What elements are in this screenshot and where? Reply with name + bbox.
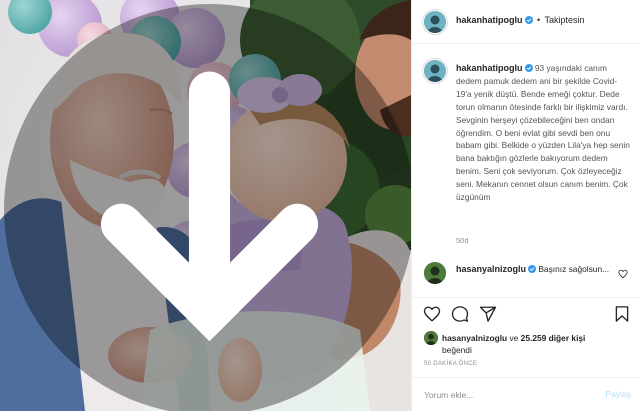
download-arrow-icon xyxy=(4,4,411,411)
likes-suffix: beğendi xyxy=(442,345,472,355)
liker-avatar[interactable] xyxy=(424,331,438,345)
caption-time-ago: 50d xyxy=(456,236,469,245)
verified-badge-icon xyxy=(524,16,533,24)
comment-bubble-icon[interactable] xyxy=(451,305,469,323)
post-actions: hasanyalnizoglu ve 25.259 diğer kişi beğ… xyxy=(412,297,640,377)
author-username[interactable]: hakanhatipoglu xyxy=(456,15,523,25)
heart-icon[interactable] xyxy=(423,305,441,323)
liker-username[interactable]: hasanyalnizoglu xyxy=(442,333,507,343)
verified-badge-icon xyxy=(524,63,533,72)
caption-author-avatar[interactable] xyxy=(424,60,446,82)
commenter-username[interactable]: hasanyalnizoglu xyxy=(456,264,526,274)
following-button[interactable]: Takiptesin xyxy=(545,15,585,25)
comment-like-heart-icon[interactable] xyxy=(618,266,628,279)
comment-input[interactable] xyxy=(424,386,594,404)
comment-item: hasanyalnizoglu Başınız sağolsun... xyxy=(424,262,634,292)
post-comment-button[interactable]: Paylaş xyxy=(605,389,631,399)
post-header: hakanhatipoglu • Takiptesin xyxy=(412,0,640,44)
caption-body: 93 yaşındaki canım dedem pamuk dedem ani… xyxy=(456,63,630,203)
commenter-avatar[interactable] xyxy=(424,262,446,284)
likes-connector: ve xyxy=(509,333,519,343)
post-details-panel: hakanhatipoglu • Takiptesin hakanhatipog… xyxy=(411,0,640,411)
post-photo[interactable] xyxy=(0,0,411,411)
post-timestamp: 50 DAKİKA ÖNCE xyxy=(424,361,478,367)
author-avatar[interactable] xyxy=(424,11,446,33)
likes-count[interactable]: 25.259 diğer kişi xyxy=(521,333,586,343)
add-comment-bar: Paylaş xyxy=(412,377,640,411)
paper-plane-icon[interactable] xyxy=(479,305,497,323)
comment-body: Başınız sağolsun... xyxy=(538,264,610,274)
caption-username[interactable]: hakanhatipoglu xyxy=(456,63,523,73)
bookmark-icon[interactable] xyxy=(613,305,631,323)
verified-badge-icon xyxy=(528,264,537,273)
header-separator: • xyxy=(537,15,541,25)
